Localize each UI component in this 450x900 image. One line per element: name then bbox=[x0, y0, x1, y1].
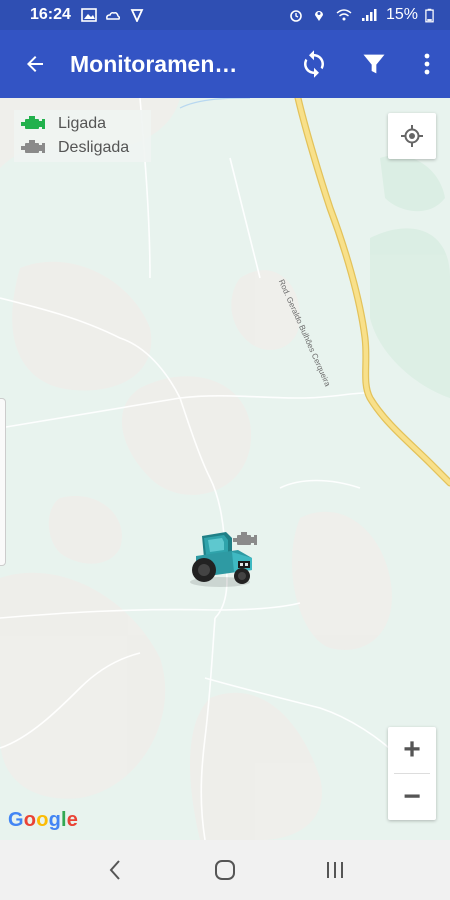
arrow-left-icon bbox=[27, 56, 43, 72]
page-title: Monitoramen… bbox=[70, 50, 238, 77]
status-time: 16:24 bbox=[30, 6, 71, 23]
status-bar: 16:24 15% bbox=[0, 0, 450, 30]
battery-icon bbox=[425, 8, 434, 22]
zoom-controls: + − bbox=[388, 727, 436, 820]
engine-off-icon bbox=[21, 140, 45, 153]
location-icon bbox=[314, 11, 323, 21]
zoom-out-button[interactable]: − bbox=[388, 774, 436, 820]
battery-percent: 15% bbox=[385, 6, 418, 23]
legend-item-desligada: Desligada bbox=[20, 136, 145, 160]
image-icon bbox=[81, 8, 97, 22]
legend-label-desligada: Desligada bbox=[58, 139, 130, 156]
system-nav-bar bbox=[0, 840, 450, 900]
refresh-button[interactable] bbox=[284, 30, 344, 98]
zoom-in-button[interactable]: + bbox=[388, 727, 436, 773]
wifi-icon bbox=[336, 9, 352, 21]
back-button[interactable] bbox=[0, 30, 70, 98]
engine-on-icon bbox=[21, 116, 45, 129]
google-logo: Google bbox=[8, 809, 79, 831]
map-terrain bbox=[0, 98, 450, 840]
nav-recents-button[interactable] bbox=[310, 845, 360, 895]
nav-back-icon bbox=[109, 860, 120, 880]
filter-icon bbox=[363, 54, 385, 74]
alarm-icon bbox=[290, 10, 302, 22]
tractor-marker[interactable] bbox=[186, 528, 266, 590]
shield-icon bbox=[130, 9, 144, 22]
cloud-icon bbox=[105, 12, 120, 20]
drawer-handle[interactable] bbox=[0, 398, 6, 566]
map-view[interactable]: Rod. Geraldo Bulhões Cerqueira Ligada De… bbox=[0, 98, 450, 840]
map-legend: Ligada Desligada bbox=[14, 110, 151, 162]
overflow-menu-button[interactable] bbox=[404, 30, 450, 98]
signal-icon bbox=[361, 9, 377, 21]
nav-recents-icon bbox=[327, 862, 343, 878]
nav-home-icon bbox=[215, 860, 235, 880]
sync-icon bbox=[304, 50, 324, 78]
my-location-button[interactable] bbox=[388, 113, 436, 159]
more-vert-icon bbox=[424, 53, 430, 75]
legend-item-ligada: Ligada bbox=[20, 112, 145, 136]
filter-button[interactable] bbox=[344, 30, 404, 98]
nav-home-button[interactable] bbox=[200, 845, 250, 895]
nav-back-button[interactable] bbox=[90, 845, 140, 895]
app-bar: Monitoramen… bbox=[0, 30, 450, 98]
crosshair-icon bbox=[401, 125, 423, 147]
legend-label-ligada: Ligada bbox=[58, 115, 107, 132]
engine-off-icon bbox=[233, 532, 257, 545]
